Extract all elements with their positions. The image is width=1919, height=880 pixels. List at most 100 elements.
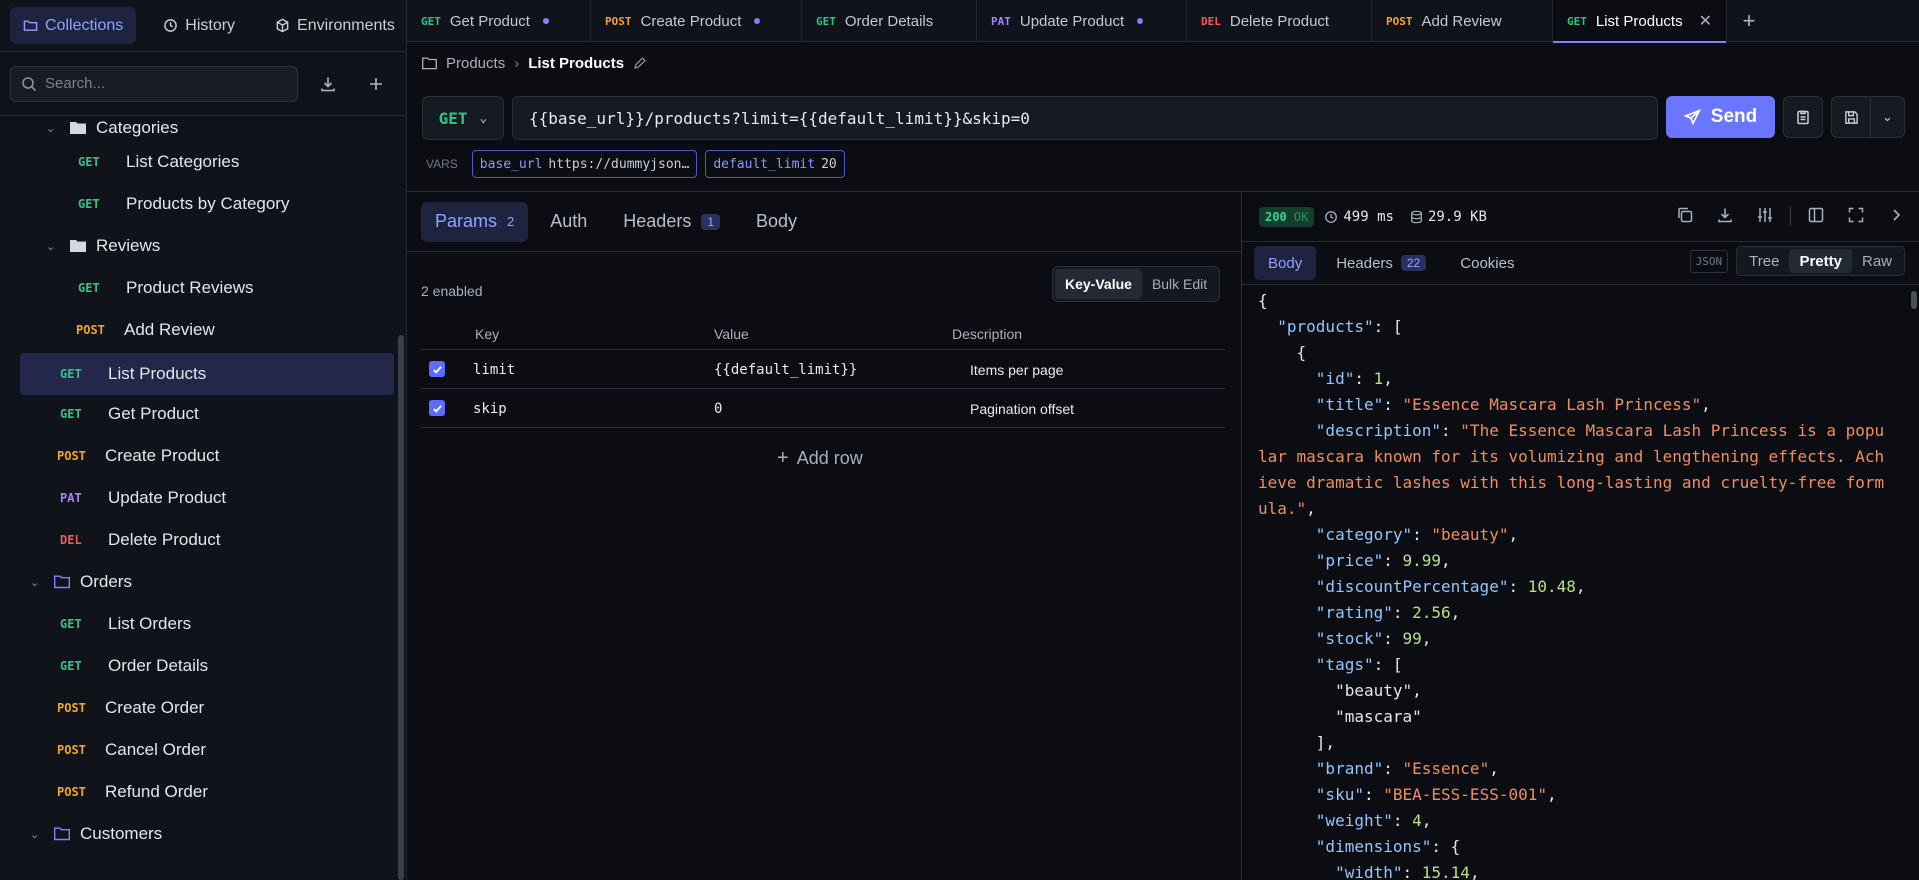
sidebar-item-create-product[interactable]: POST Create Product [57,437,357,475]
download-icon [321,77,335,91]
tab-collections[interactable]: Collections [10,7,137,44]
sidebar-item-create-order[interactable]: POST Create Order [57,689,357,727]
bulk-edit-mode-button[interactable]: Bulk Edit [1142,269,1217,299]
sidebar-item-refund-order[interactable]: POST Refund Order [57,773,357,811]
edit-icon[interactable] [633,56,647,70]
tab-delete-product[interactable]: DEL Delete Product [1187,0,1372,42]
row-enabled-checkbox[interactable] [429,400,445,416]
tab-get-product[interactable]: GET Get Product [407,0,591,42]
param-key[interactable]: limit [473,362,515,378]
folder-customers[interactable]: ⌄ Customers [30,815,330,853]
send-button[interactable]: Send [1666,96,1775,138]
split-view-icon[interactable] [1807,206,1825,224]
sidebar-item-products-by-category[interactable]: GET Products by Category [78,185,378,223]
raw-view-button[interactable]: Raw [1852,249,1902,273]
new-tab-button[interactable]: + [1727,0,1771,41]
chevron-down-icon: ⌄ [46,122,56,135]
save-options-button[interactable]: ⌄ [1871,96,1905,138]
sidebar-item-list-orders[interactable]: GET List Orders [60,605,360,643]
tab-update-product[interactable]: PAT Update Product [977,0,1187,42]
folder-reviews[interactable]: ⌄ Reviews [46,227,346,265]
response-scrollbar[interactable] [1911,291,1917,309]
breadcrumb-parent[interactable]: Products [446,55,505,72]
method-badge: GET [816,14,836,28]
param-description[interactable]: Items per page [970,362,1063,378]
sidebar-item-order-details[interactable]: GET Order Details [60,647,360,685]
tab-body[interactable]: Body [742,202,811,242]
key-value-mode-button[interactable]: Key-Value [1055,269,1142,299]
tab-label: Get Product [449,12,530,30]
json-key: "category" [1315,525,1413,544]
folder-orders[interactable]: ⌄ Orders [30,563,330,601]
unsaved-dot [1137,18,1144,24]
fullscreen-icon[interactable] [1847,206,1865,224]
json-punct: , [1575,577,1586,596]
tab-label: Auth [550,211,588,231]
response-body-viewer[interactable]: { "products": [ { "id": 1, "title": "Ess… [1258,288,1899,880]
param-key[interactable]: skip [473,401,507,417]
close-tab-icon[interactable]: ✕ [1699,11,1712,31]
new-collection-button[interactable] [358,66,394,102]
tab-response-cookies[interactable]: Cookies [1446,246,1528,280]
sidebar-item-update-product[interactable]: PAT Update Product [60,479,360,517]
json-punct [1258,759,1316,778]
tab-auth[interactable]: Auth [536,202,601,242]
item-label: List Products [108,364,207,383]
json-punct: : [1392,603,1413,622]
copy-request-button[interactable] [1783,96,1823,138]
chevron-right-icon: › [514,54,520,72]
item-label: Create Product [105,446,220,465]
variable-chip-default-limit[interactable]: default_limit 20 [705,150,845,178]
divider [1790,206,1791,226]
variable-chip-base-url[interactable]: base_url https://dummyjson… [471,150,698,178]
tab-environments[interactable]: Environments [262,7,408,44]
url-input[interactable]: {{base_url}}/products?limit={{default_li… [512,96,1658,140]
sidebar-item-add-review[interactable]: POST Add Review [76,311,376,349]
save-button[interactable] [1831,96,1871,138]
json-punct: : [1383,551,1403,570]
tree-view-button[interactable]: Tree [1739,249,1789,273]
tab-order-details[interactable]: GET Order Details [802,0,977,42]
tab-params[interactable]: Params 2 [421,201,529,242]
json-punct: : [1441,421,1461,440]
param-description[interactable]: Pagination offset [970,401,1074,417]
json-punct: , [1421,811,1432,830]
sidebar-item-get-product[interactable]: GET Get Product [60,395,360,433]
code-line: "dimensions": { [1258,834,1899,860]
param-value[interactable]: {{default_limit}} [714,362,857,378]
row-enabled-checkbox[interactable] [429,361,445,377]
json-punct: , [1701,395,1711,414]
tab-label: Params [435,211,498,231]
tab-headers[interactable]: Headers 1 [609,202,734,242]
tab-add-review[interactable]: POST Add Review [1372,0,1553,42]
add-row-button[interactable]: + Add row [777,447,863,470]
sidebar-item-product-reviews[interactable]: GET Product Reviews [78,269,378,307]
item-label: Refund Order [105,782,208,801]
tab-list-products[interactable]: GET List Products ✕ [1553,0,1727,43]
search-input[interactable] [45,75,275,92]
folder-icon [54,827,70,841]
json-punct: , [1383,369,1393,388]
sidebar-scrollbar[interactable] [398,335,404,880]
param-value[interactable]: 0 [714,401,722,417]
import-button[interactable] [310,66,346,102]
chevron-right-icon[interactable] [1887,206,1905,224]
sidebar-item-delete-product[interactable]: DEL Delete Product [60,521,360,559]
tab-create-product[interactable]: POST Create Product [591,0,802,42]
tab-label: Body [756,211,798,231]
copy-icon[interactable] [1676,206,1694,224]
method-select[interactable]: GET ⌄ [422,96,504,140]
json-punct: , [1508,525,1519,544]
sidebar-item-list-products[interactable]: GET List Products [20,353,394,395]
json-string: ula." [1258,499,1307,518]
sliders-icon[interactable] [1756,206,1774,224]
json-punct: , [1441,551,1451,570]
tab-history[interactable]: History [150,7,248,44]
pretty-view-button[interactable]: Pretty [1789,249,1852,273]
download-icon[interactable] [1716,206,1734,224]
tab-response-headers[interactable]: Headers 22 [1322,246,1440,280]
sidebar-item-cancel-order[interactable]: POST Cancel Order [57,731,357,769]
tab-response-body[interactable]: Body [1254,246,1317,280]
sidebar-item-list-categories[interactable]: GET List Categories [78,143,378,181]
clock-icon [1325,210,1338,223]
